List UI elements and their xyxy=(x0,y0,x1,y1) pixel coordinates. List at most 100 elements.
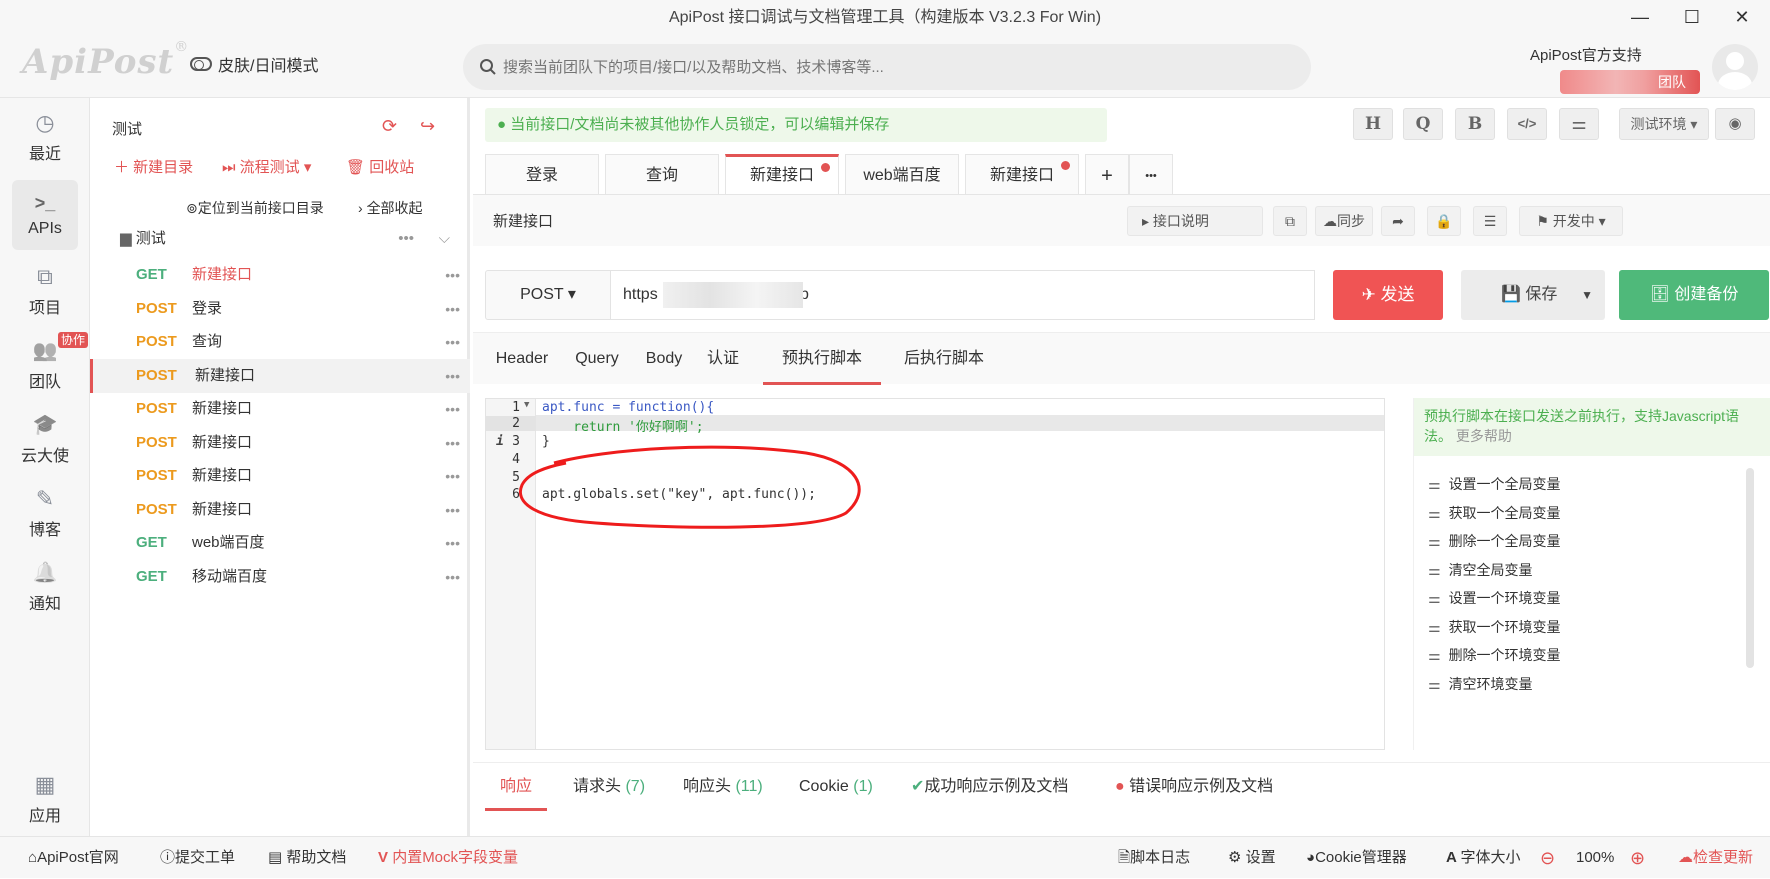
code-button[interactable]: </> xyxy=(1507,108,1547,140)
subtab-pre-script[interactable]: 预执行脚本 xyxy=(763,333,881,385)
recycle-bin-button[interactable]: 🗑 回收站 xyxy=(346,156,414,177)
copy-icon[interactable]: ⧉ xyxy=(1273,206,1307,236)
nav-apps[interactable]: ▦ 应用 xyxy=(12,762,78,832)
zoom-in-icon[interactable]: ⊕ xyxy=(1630,837,1645,879)
more-help-link[interactable]: 更多帮助 xyxy=(1456,428,1512,444)
resp-tab-req-headers[interactable]: 请求头 (7) xyxy=(573,763,645,811)
refresh-icon[interactable]: ⟳ xyxy=(382,116,397,137)
tab-login[interactable]: 登录 xyxy=(485,154,599,194)
chevron-down-icon[interactable]: ⌵ xyxy=(439,224,450,254)
search-input[interactable] xyxy=(503,58,1263,76)
method-select[interactable]: POST ▾ xyxy=(485,270,611,320)
lock-icon[interactable]: 🔒 xyxy=(1427,206,1461,236)
snippet-item[interactable]: ⚌ 删除一个环境变量 xyxy=(1428,645,1561,665)
snippet-item[interactable]: ⚌ 删除一个全局变量 xyxy=(1428,531,1561,551)
scrollbar[interactable] xyxy=(1746,468,1754,668)
tree-item[interactable]: POST 新建接口 ••• xyxy=(90,459,470,493)
subtab-auth[interactable]: 认证 xyxy=(701,333,745,385)
more-icon[interactable]: ••• xyxy=(445,426,460,460)
tab-query[interactable]: 查询 xyxy=(605,154,719,194)
more-icon[interactable]: ••• xyxy=(445,359,460,393)
official-site-link[interactable]: ⌂ApiPost官网 xyxy=(28,837,119,879)
eye-icon[interactable]: ◉ xyxy=(1715,108,1755,140)
tree-item[interactable]: POST 新建接口 ••• xyxy=(90,493,470,527)
send-button[interactable]: ✈ 发送 xyxy=(1333,270,1443,320)
tree-item[interactable]: POST 登录 ••• xyxy=(90,292,470,326)
add-tab-button[interactable]: + xyxy=(1085,154,1129,194)
tab-new-api-active[interactable]: 新建接口 xyxy=(725,154,839,194)
caret-down-icon[interactable]: ▼ xyxy=(1581,270,1593,320)
more-icon[interactable]: ••• xyxy=(445,560,460,594)
more-icon[interactable]: ••• xyxy=(445,392,460,426)
resp-tab-resp-headers[interactable]: 响应头 (11) xyxy=(683,763,763,811)
locate-current-button[interactable]: ⊚定位到当前接口目录 xyxy=(186,198,324,218)
api-doc-button[interactable]: ▸ 接口说明 xyxy=(1127,206,1263,236)
h-button[interactable]: H xyxy=(1353,108,1393,140)
snippet-item[interactable]: ⚌ 获取一个环境变量 xyxy=(1428,617,1561,637)
new-folder-button[interactable]: ＋ 新建目录 xyxy=(114,156,193,177)
snippet-item[interactable]: ⚌ 清空环境变量 xyxy=(1428,674,1533,694)
subtab-header[interactable]: Header xyxy=(487,333,557,385)
tab-web-baidu[interactable]: web端百度 xyxy=(845,154,959,194)
more-icon[interactable]: ••• xyxy=(445,292,460,326)
team-badge[interactable]: 团队 xyxy=(1560,70,1700,94)
snippet-item[interactable]: ⚌ 获取一个全局变量 xyxy=(1428,503,1561,523)
avatar[interactable] xyxy=(1712,44,1758,90)
env-select[interactable]: 测试环境 ▾ xyxy=(1619,108,1709,140)
save-button[interactable]: 💾 保存 ▼ xyxy=(1461,270,1605,320)
tree-item[interactable]: GET web端百度 ••• xyxy=(90,526,470,560)
database-icon[interactable]: ☰ xyxy=(1473,206,1507,236)
resp-tab-error-doc[interactable]: ● 错误响应示例及文档 xyxy=(1115,763,1273,811)
sync-button[interactable]: ☁同步 xyxy=(1315,206,1373,236)
nav-notice[interactable]: 🔔 通知 xyxy=(12,550,78,620)
close-button[interactable]: ✕ xyxy=(1722,2,1762,32)
mock-vars-link[interactable]: V 内置Mock字段变量 xyxy=(378,837,518,879)
submit-ticket-link[interactable]: ⓘ提交工单 xyxy=(160,837,235,879)
maximize-button[interactable]: ☐ xyxy=(1672,2,1712,32)
sliders-icon[interactable]: ⚌ xyxy=(1559,108,1599,140)
more-icon[interactable]: ••• xyxy=(445,526,460,560)
fold-icon[interactable]: ▼ xyxy=(524,400,529,410)
minimize-button[interactable]: — xyxy=(1620,2,1660,32)
more-icon[interactable]: ••• xyxy=(445,493,460,527)
folder-row[interactable]: ▆ 测试 ••• ⌵ xyxy=(120,224,460,254)
collapse-all-button[interactable]: › 全部收起 xyxy=(358,198,423,218)
subtab-body[interactable]: Body xyxy=(641,333,687,385)
share-icon[interactable]: ➦ xyxy=(1381,206,1415,236)
q-button[interactable]: Q xyxy=(1403,108,1443,140)
nav-blog[interactable]: ✎ 博客 xyxy=(12,476,78,546)
flow-test-button[interactable]: ⏭ 流程测试 ▾ xyxy=(222,156,311,177)
create-backup-button[interactable]: 🗄 创建备份 xyxy=(1619,270,1769,320)
zoom-out-icon[interactable]: ⊖ xyxy=(1540,837,1555,879)
b-button[interactable]: B xyxy=(1455,108,1495,140)
tab-new-api-2[interactable]: 新建接口 xyxy=(965,154,1079,194)
global-search[interactable] xyxy=(463,44,1311,90)
tree-item[interactable]: POST 查询 ••• xyxy=(90,325,470,359)
tab-more-button[interactable]: ••• xyxy=(1129,154,1173,194)
subtab-query[interactable]: Query xyxy=(569,333,625,385)
resp-tab-success-doc[interactable]: ✔成功响应示例及文档 xyxy=(911,763,1068,811)
settings-button[interactable]: ⚙ 设置 xyxy=(1228,837,1276,879)
check-update-button[interactable]: ☁检查更新 xyxy=(1678,837,1753,879)
subtab-post-script[interactable]: 后执行脚本 xyxy=(893,333,995,385)
nav-ambassador[interactable]: 🎓 云大使 xyxy=(12,402,78,472)
tree-item[interactable]: POST 新建接口 ••• xyxy=(90,358,470,393)
script-log-button[interactable]: 🗎脚本日志 xyxy=(1118,837,1190,879)
cookie-manager-button[interactable]: ◕Cookie管理器 xyxy=(1306,837,1407,879)
nav-recent[interactable]: ◷ 最近 xyxy=(12,100,78,170)
tree-item[interactable]: POST 新建接口 ••• xyxy=(90,392,470,426)
tree-item[interactable]: GET 移动端百度 ••• xyxy=(90,560,470,594)
snippet-item[interactable]: ⚌ 设置一个环境变量 xyxy=(1428,588,1561,608)
snippet-item[interactable]: ⚌ 设置一个全局变量 xyxy=(1428,474,1561,494)
tree-item[interactable]: POST 新建接口 ••• xyxy=(90,426,470,460)
more-icon[interactable]: ••• xyxy=(398,224,414,254)
resp-tab-response[interactable]: 响应 xyxy=(485,763,547,811)
more-icon[interactable]: ••• xyxy=(445,459,460,493)
status-select[interactable]: ⚑ 开发中 ▾ xyxy=(1519,206,1623,236)
nav-team[interactable]: 👥 团队 协作 xyxy=(12,328,88,398)
more-icon[interactable]: ••• xyxy=(445,258,460,292)
api-name[interactable]: 新建接口 xyxy=(493,210,553,231)
more-icon[interactable]: ••• xyxy=(445,325,460,359)
nav-apis[interactable]: >_ APIs xyxy=(12,180,78,250)
resp-tab-cookie[interactable]: Cookie (1) xyxy=(799,763,873,811)
